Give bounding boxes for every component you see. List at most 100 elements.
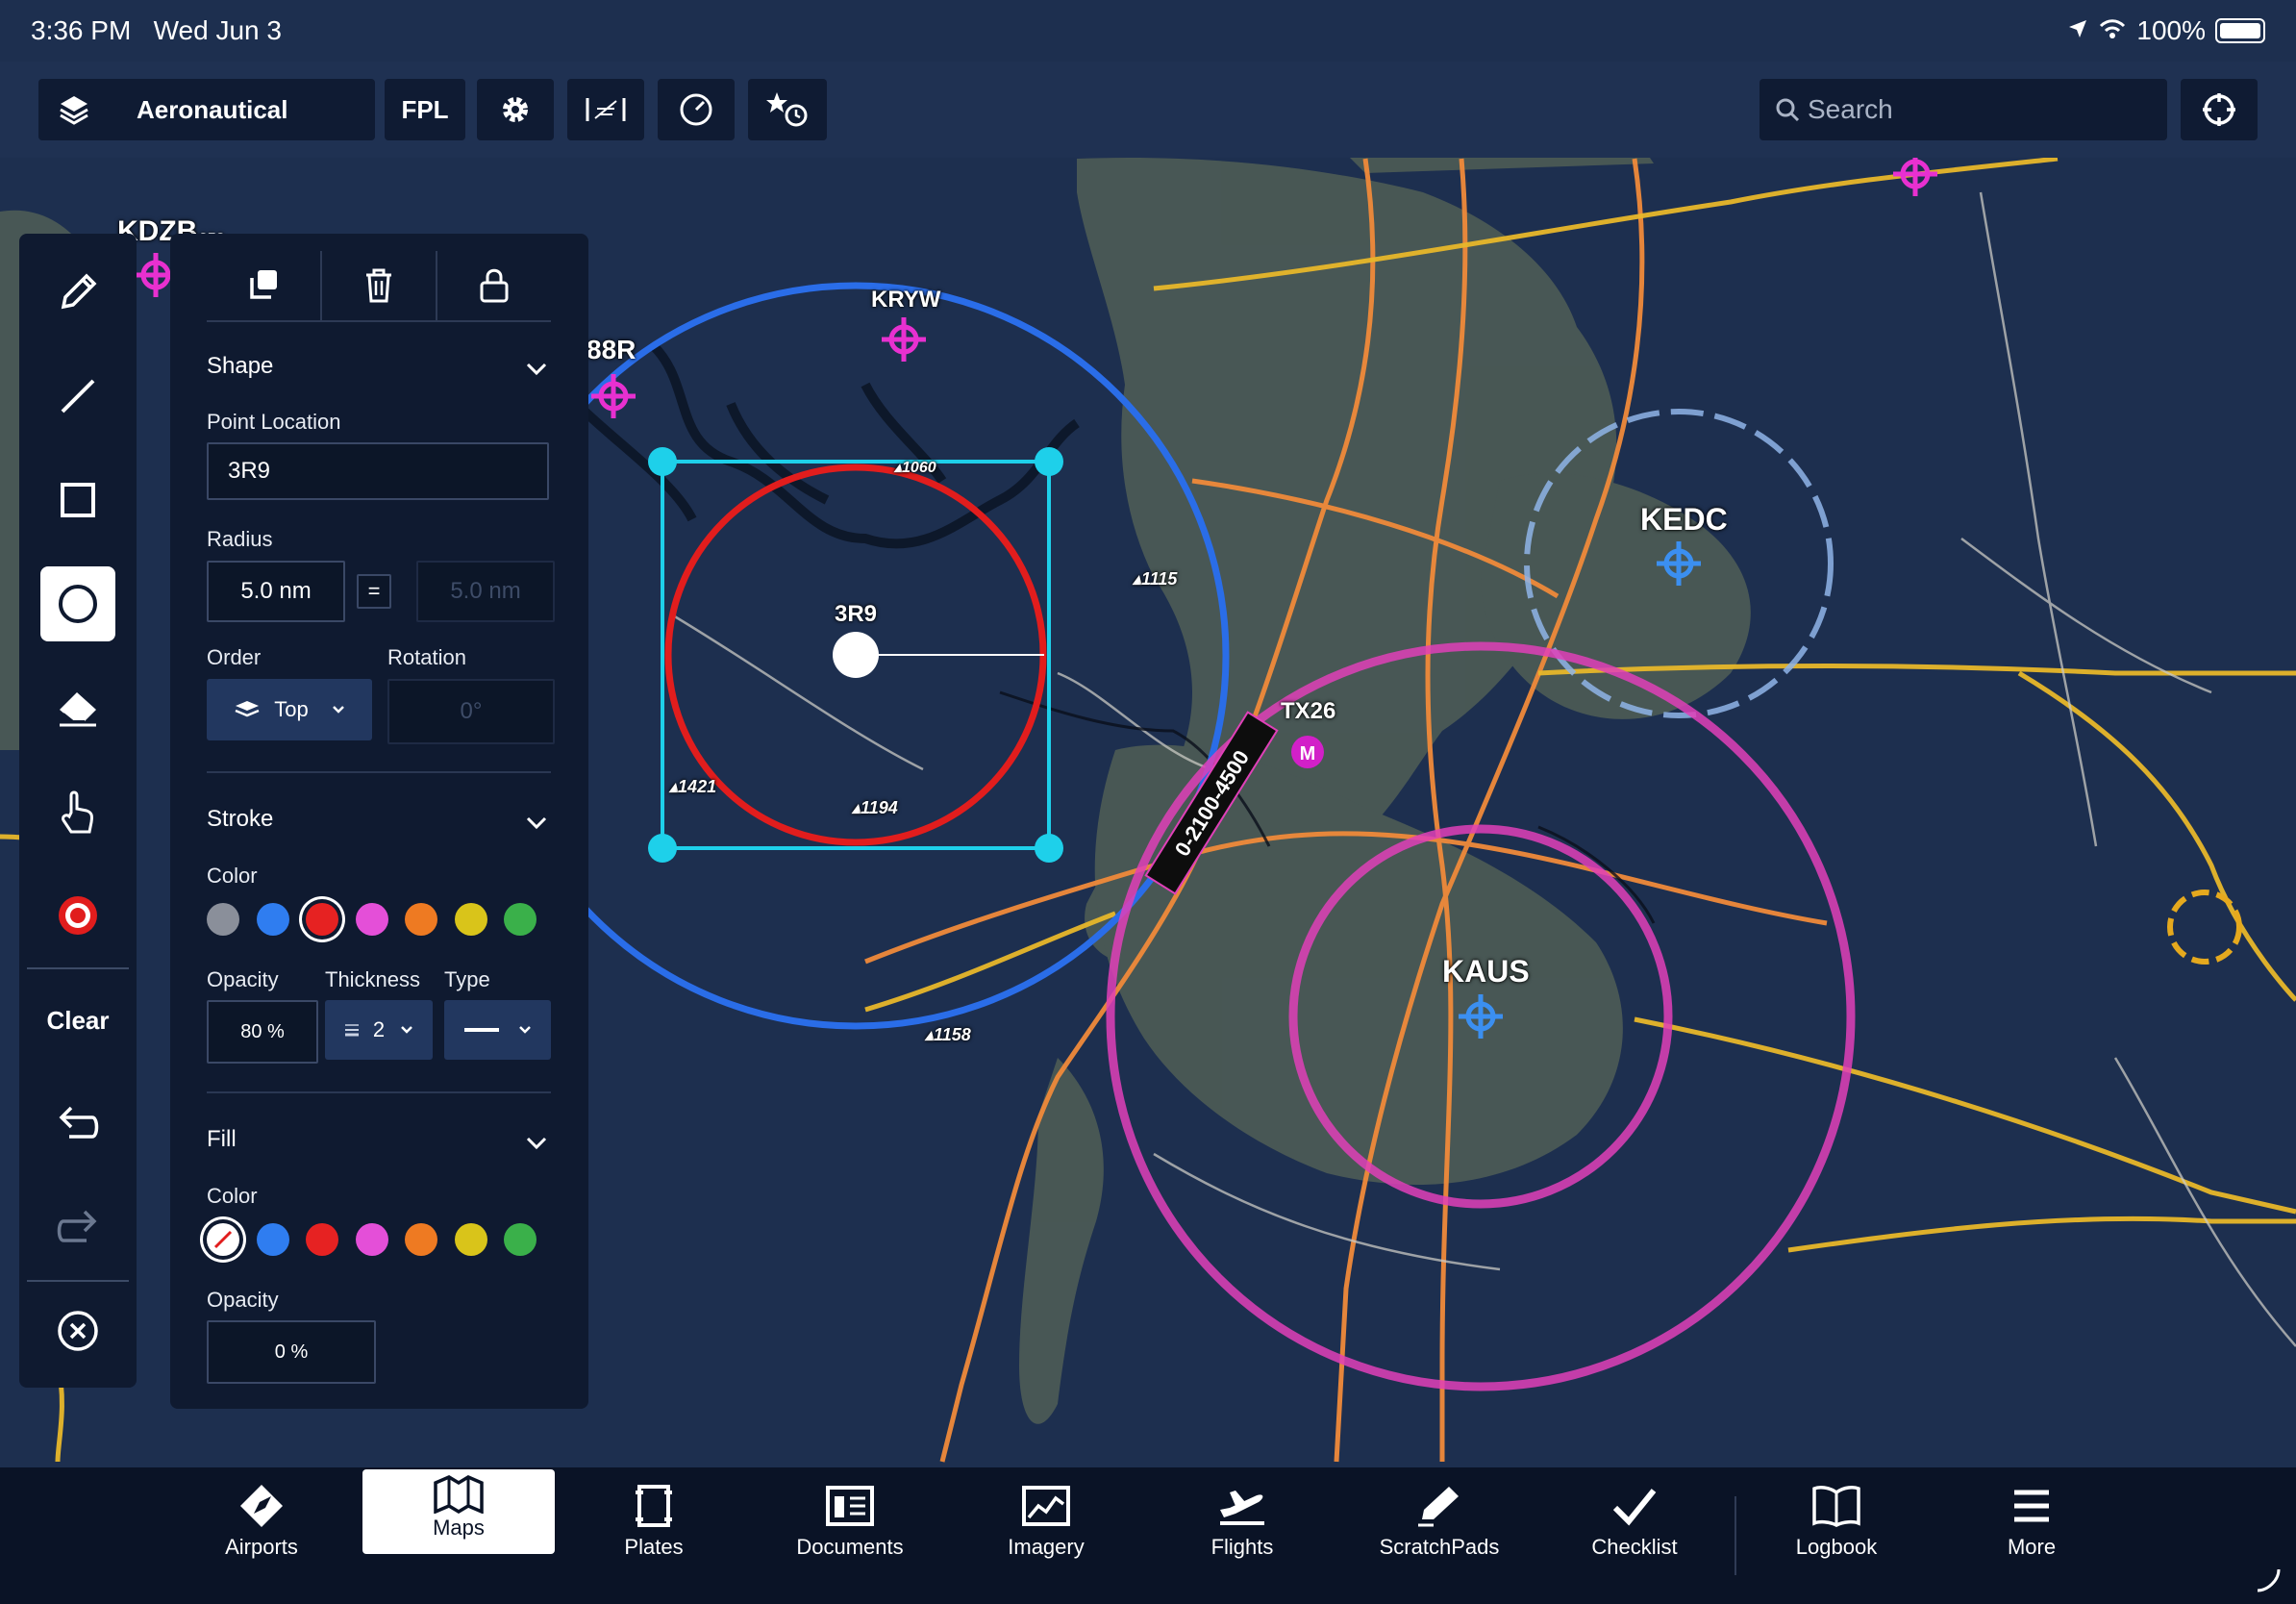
layers-button[interactable]: Aeronautical	[38, 79, 375, 140]
tab-logbook[interactable]: Logbook	[1740, 1467, 1933, 1604]
touch-select-icon	[58, 789, 98, 834]
hamburger-icon	[2012, 1479, 2051, 1533]
eraser-tool[interactable]	[40, 670, 115, 745]
elevation-value: 1421	[678, 777, 717, 796]
thickness-dropdown[interactable]: 2	[325, 1000, 433, 1060]
layers-icon	[58, 93, 90, 126]
point-location-field[interactable]: 3R9	[207, 442, 549, 500]
tab-label: Logbook	[1795, 1535, 1878, 1559]
rotation-field: 0°	[387, 679, 555, 744]
stroke-color-swatch[interactable]	[355, 903, 388, 936]
stack-icon	[234, 699, 261, 720]
chevron-down-icon[interactable]	[526, 357, 547, 382]
line-icon	[59, 377, 97, 415]
resize-handle-icon[interactable]	[2254, 1566, 2283, 1594]
airport-label-3r9[interactable]: 3R9	[835, 601, 877, 628]
fill-color-swatch[interactable]	[256, 1223, 289, 1256]
elevation-value: 1194	[861, 798, 898, 817]
fill-color-swatch[interactable]	[306, 1223, 338, 1256]
order-dropdown[interactable]: Top	[207, 679, 372, 740]
stroke-color-swatch[interactable]	[405, 903, 437, 936]
chevron-down-icon	[400, 1025, 413, 1035]
undo-button[interactable]	[40, 1086, 115, 1161]
fill-color-swatch[interactable]	[454, 1223, 487, 1256]
fpl-button[interactable]: FPL	[385, 79, 465, 140]
tab-scratchpads[interactable]: ScratchPads	[1343, 1467, 1535, 1604]
chevron-down-icon[interactable]	[526, 1131, 547, 1156]
tab-airports[interactable]: Airports	[165, 1467, 358, 1604]
stroke-opacity-field[interactable]: 80 %	[207, 1000, 318, 1064]
redo-button[interactable]	[40, 1190, 115, 1265]
fpl-label: FPL	[401, 94, 449, 124]
performance-button[interactable]	[658, 79, 735, 140]
order-value: Top	[274, 697, 309, 721]
tab-separator	[1734, 1496, 1736, 1575]
stroke-color-swatch[interactable]	[207, 903, 239, 936]
fill-color-swatch[interactable]	[207, 1223, 239, 1256]
center-handle	[833, 632, 879, 678]
airport-label-tx26[interactable]: TX26	[1281, 698, 1335, 725]
fill-section-title[interactable]: Fill	[207, 1126, 237, 1153]
radius-link-button[interactable]: =	[357, 574, 391, 609]
tab-label: ScratchPads	[1379, 1535, 1500, 1559]
stroke-color-swatch[interactable]	[454, 903, 487, 936]
tab-maps[interactable]: Maps	[362, 1469, 555, 1554]
radius-field[interactable]: 5.0 nm	[207, 561, 345, 622]
battery-percent: 100%	[2136, 15, 2206, 45]
elevation-value: 1115	[1141, 569, 1178, 589]
settings-button[interactable]	[477, 79, 554, 140]
airport-label-kedc[interactable]: KEDC	[1640, 502, 1728, 538]
airport-label-kryw[interactable]: KRYW	[871, 287, 940, 313]
stroke-opacity-label: Opacity	[207, 967, 279, 991]
chevron-down-icon	[518, 1025, 532, 1035]
trash-icon	[362, 267, 395, 304]
pencil-tool[interactable]	[40, 255, 115, 330]
stroke-section-title[interactable]: Stroke	[207, 806, 273, 833]
type-label: Type	[444, 967, 490, 991]
delete-button[interactable]	[322, 251, 437, 320]
duplicate-button[interactable]	[207, 251, 322, 320]
target-icon	[55, 892, 101, 939]
tab-documents[interactable]: Documents	[754, 1467, 946, 1604]
stroke-color-swatch[interactable]	[504, 903, 537, 936]
rectangle-tool[interactable]	[40, 463, 115, 538]
target-tool[interactable]	[40, 878, 115, 953]
line-type-dropdown[interactable]	[444, 1000, 551, 1060]
tab-label: Documents	[796, 1535, 904, 1559]
procedure-advisor-button[interactable]	[567, 79, 644, 140]
tab-checklist[interactable]: Checklist	[1538, 1467, 1731, 1604]
gear-icon	[498, 92, 533, 127]
tab-flights[interactable]: Flights	[1146, 1467, 1338, 1604]
line-tool[interactable]	[40, 359, 115, 434]
draw-tool-strip: Clear	[19, 234, 137, 1388]
stroke-color-swatch[interactable]	[306, 903, 338, 936]
elevation-label: ▴1421	[669, 777, 717, 796]
tab-plates[interactable]: Plates	[558, 1467, 750, 1604]
search-placeholder: Search	[1808, 94, 1893, 124]
fill-opacity-label: Opacity	[207, 1288, 279, 1312]
airport-label-kaus[interactable]: KAUS	[1442, 954, 1530, 990]
tab-more[interactable]: More	[1935, 1467, 2128, 1604]
locate-button[interactable]	[2181, 79, 2258, 140]
fill-color-swatch[interactable]	[504, 1223, 537, 1256]
clear-button[interactable]: Clear	[19, 1006, 137, 1036]
tool-divider	[27, 967, 129, 969]
chevron-down-icon[interactable]	[526, 811, 547, 836]
maps-icon	[434, 1475, 484, 1514]
bottom-tab-bar: Airports Maps Plates Documents Imagery F…	[0, 1467, 2296, 1604]
tab-label: More	[2007, 1535, 2057, 1559]
airport-label-88r[interactable]: 88R	[586, 335, 636, 365]
search-input[interactable]: Search	[1759, 79, 2167, 140]
fill-color-swatch[interactable]	[405, 1223, 437, 1256]
favorites-recents-button[interactable]	[748, 79, 827, 140]
shape-section-title[interactable]: Shape	[207, 353, 273, 380]
fill-color-swatch[interactable]	[355, 1223, 388, 1256]
stroke-color-swatch[interactable]	[256, 903, 289, 936]
touch-select-tool[interactable]	[40, 774, 115, 849]
circle-tool[interactable]	[40, 566, 115, 641]
radius-label: Radius	[207, 527, 273, 551]
lock-button[interactable]	[437, 251, 551, 320]
tab-imagery[interactable]: Imagery	[950, 1467, 1142, 1604]
close-draw-button[interactable]	[40, 1293, 115, 1368]
fill-opacity-field[interactable]: 0 %	[207, 1320, 376, 1384]
